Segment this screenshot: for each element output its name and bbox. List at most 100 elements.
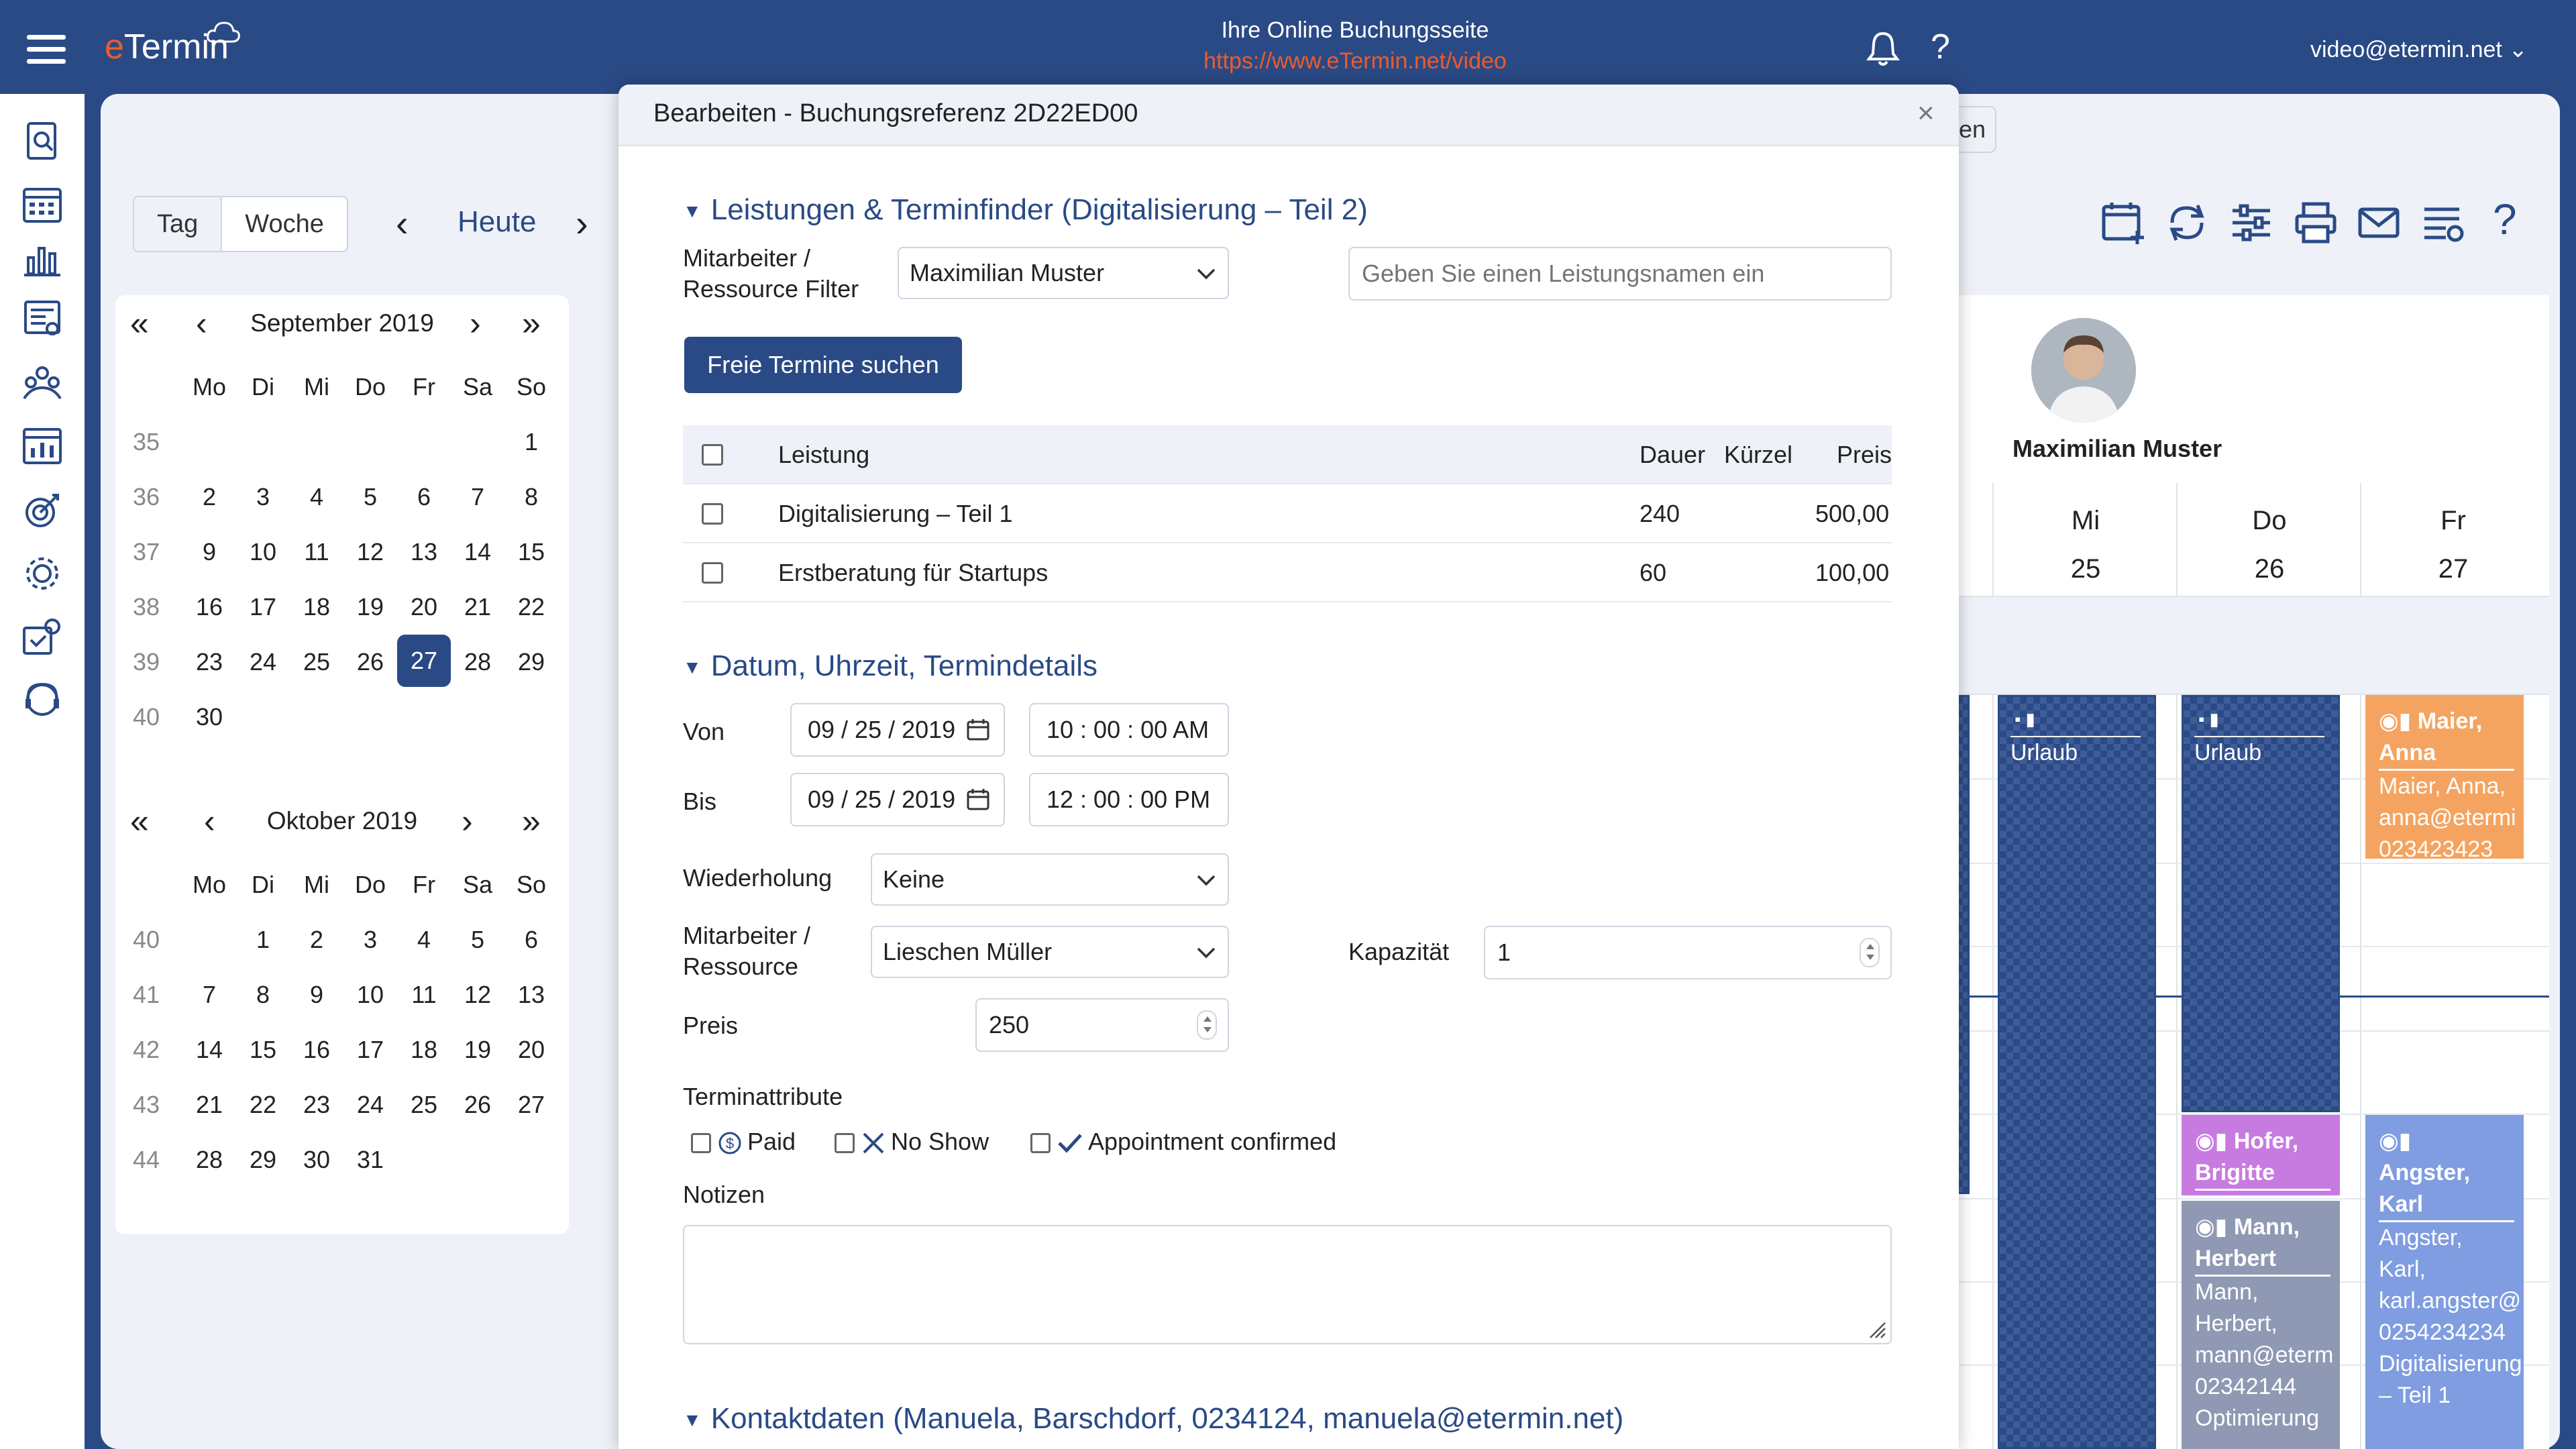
- week-view-button[interactable]: Woche: [222, 197, 347, 251]
- day-view-button[interactable]: Tag: [134, 197, 223, 251]
- resize-grip-icon[interactable]: [1866, 1319, 1886, 1339]
- section-services-header[interactable]: ▼ Leistungen & Terminfinder (Digitalisier…: [683, 193, 1368, 227]
- day-header-fri[interactable]: Fr 27: [2361, 496, 2545, 593]
- appointment-angster[interactable]: ◉▮ Angster, Karl Angster, Karl, karl.ang…: [2365, 1115, 2524, 1449]
- paid-checkbox[interactable]: $ Paid: [691, 1123, 796, 1161]
- calendar-day[interactable]: 15: [504, 525, 558, 580]
- calendar-day[interactable]: 25: [290, 635, 343, 690]
- calendar-day[interactable]: 26: [343, 635, 397, 690]
- calendar-day[interactable]: 13: [504, 967, 558, 1022]
- appointment-maier[interactable]: ◉▮ Maier, Anna Maier, Anna, anna@etermi …: [2365, 695, 2524, 859]
- vacation-block[interactable]: ▪ ▮ Urlaub: [1998, 695, 2156, 1449]
- list-settings-icon[interactable]: [2419, 199, 2467, 247]
- next-button[interactable]: ›: [576, 201, 588, 245]
- staff-filter-select[interactable]: Maximilian Muster: [898, 247, 1229, 299]
- calendar-day[interactable]: 16: [290, 1022, 343, 1077]
- checkbox[interactable]: [835, 1133, 855, 1154]
- to-time-input[interactable]: 12 : 00 : 00 PM: [1029, 773, 1229, 826]
- filter-sliders-icon[interactable]: [2227, 199, 2275, 247]
- calendar-day[interactable]: 19: [343, 580, 397, 635]
- add-appointment-icon[interactable]: [2100, 199, 2148, 247]
- appointment-mann[interactable]: ◉▮ Mann, Herbert Mann, Herbert, mann@ete…: [2182, 1201, 2340, 1449]
- row-checkbox[interactable]: [702, 503, 723, 525]
- calendar-day[interactable]: 2: [182, 470, 236, 525]
- calendar-day[interactable]: 31: [343, 1132, 397, 1187]
- calendar-icon[interactable]: [19, 181, 66, 228]
- calendar-day[interactable]: 28: [182, 1132, 236, 1187]
- search-free-slots-button[interactable]: Freie Termine suchen: [684, 337, 962, 393]
- calendar-day[interactable]: 10: [236, 525, 290, 580]
- calendar-day[interactable]: 8: [236, 967, 290, 1022]
- calendar-day[interactable]: 11: [397, 967, 451, 1022]
- close-icon[interactable]: ×: [1917, 97, 1935, 130]
- calendar-day[interactable]: 28: [451, 635, 504, 690]
- calendar-day[interactable]: 8: [504, 470, 558, 525]
- calendar-day[interactable]: 29: [236, 1132, 290, 1187]
- calendar-day[interactable]: 6: [397, 470, 451, 525]
- calendar-day[interactable]: 7: [451, 470, 504, 525]
- vacation-block[interactable]: ▪ ▮ Urlaub: [2182, 695, 2340, 1112]
- help-icon[interactable]: ?: [1931, 27, 1950, 67]
- calendar-day[interactable]: 21: [451, 580, 504, 635]
- from-time-input[interactable]: 10 : 00 : 00 AM: [1029, 703, 1229, 757]
- site-url-link[interactable]: https://www.eTermin.net/video: [0, 48, 2576, 74]
- calendar-day[interactable]: 1: [236, 912, 290, 967]
- calendar-icon[interactable]: [966, 788, 990, 812]
- calendar-day[interactable]: 7: [182, 967, 236, 1022]
- staff-select[interactable]: Lieschen Müller: [871, 926, 1229, 978]
- calendar-day[interactable]: 11: [290, 525, 343, 580]
- price-input[interactable]: 250: [975, 998, 1229, 1052]
- calendar-day[interactable]: 21: [182, 1077, 236, 1132]
- calendar-day[interactable]: 16: [182, 580, 236, 635]
- calendar-day[interactable]: 29: [504, 635, 558, 690]
- selected-day[interactable]: 27: [397, 635, 451, 687]
- table-row[interactable]: Digitalisierung – Teil 1 240 500,00: [683, 484, 1892, 543]
- calendar-day[interactable]: 9: [290, 967, 343, 1022]
- calendar-day[interactable]: 12: [343, 525, 397, 580]
- calendar-day[interactable]: 3: [236, 470, 290, 525]
- users-icon[interactable]: [19, 360, 66, 407]
- user-menu[interactable]: video@etermin.net ⌄: [2310, 36, 2528, 63]
- calendar-day[interactable]: 19: [451, 1022, 504, 1077]
- bell-icon[interactable]: [1865, 30, 1901, 67]
- calendar-day[interactable]: 30: [182, 690, 236, 745]
- calendar-day[interactable]: 5: [343, 470, 397, 525]
- chart-icon[interactable]: [19, 235, 66, 282]
- calendar-day[interactable]: 4: [290, 470, 343, 525]
- calendar-day[interactable]: 4: [397, 912, 451, 967]
- section-datetime-header[interactable]: ▼ Datum, Uhrzeit, Termindetails: [683, 649, 1097, 683]
- checkbox[interactable]: [1030, 1133, 1051, 1154]
- notes-textarea[interactable]: [683, 1225, 1892, 1344]
- calendar-day[interactable]: 17: [343, 1022, 397, 1077]
- calendar-icon[interactable]: [966, 718, 990, 742]
- capacity-input[interactable]: 1: [1484, 926, 1892, 979]
- chevron-right-icon[interactable]: ›: [462, 801, 473, 841]
- calendar-day[interactable]: 24: [236, 635, 290, 690]
- to-date-input[interactable]: 09 / 25 / 2019: [790, 773, 1005, 826]
- calendar-day[interactable]: 23: [290, 1077, 343, 1132]
- section-contact-header[interactable]: ▼ Kontaktdaten (Manuela, Barschdorf, 0234…: [683, 1402, 1623, 1436]
- partial-button[interactable]: en: [1959, 106, 1996, 153]
- calendar-day[interactable]: 12: [451, 967, 504, 1022]
- calendar-day[interactable]: 18: [397, 1022, 451, 1077]
- day-header-thu[interactable]: Do 26: [2178, 496, 2361, 593]
- service-search-input[interactable]: [1348, 247, 1892, 301]
- calendar-day[interactable]: 14: [182, 1022, 236, 1077]
- double-chevron-right-icon[interactable]: »: [522, 801, 541, 841]
- print-icon[interactable]: [2292, 199, 2340, 247]
- refresh-icon[interactable]: [2163, 199, 2211, 247]
- calendar-day[interactable]: 5: [451, 912, 504, 967]
- settings-users-icon[interactable]: [19, 550, 66, 597]
- calendar-day[interactable]: 20: [397, 580, 451, 635]
- mail-icon[interactable]: [2355, 199, 2403, 247]
- calendar-day[interactable]: 22: [504, 580, 558, 635]
- calendar-day[interactable]: 9: [182, 525, 236, 580]
- row-checkbox[interactable]: [702, 562, 723, 584]
- appointment-hofer[interactable]: ◉▮ Hofer, Brigitte: [2182, 1115, 2340, 1195]
- support-icon[interactable]: [19, 676, 66, 723]
- calendar-day[interactable]: 20: [504, 1022, 558, 1077]
- calendar-day[interactable]: 14: [451, 525, 504, 580]
- calendar-day[interactable]: 25: [397, 1077, 451, 1132]
- day-header-wed[interactable]: Mi 25: [1994, 496, 2178, 593]
- calendar-day[interactable]: 18: [290, 580, 343, 635]
